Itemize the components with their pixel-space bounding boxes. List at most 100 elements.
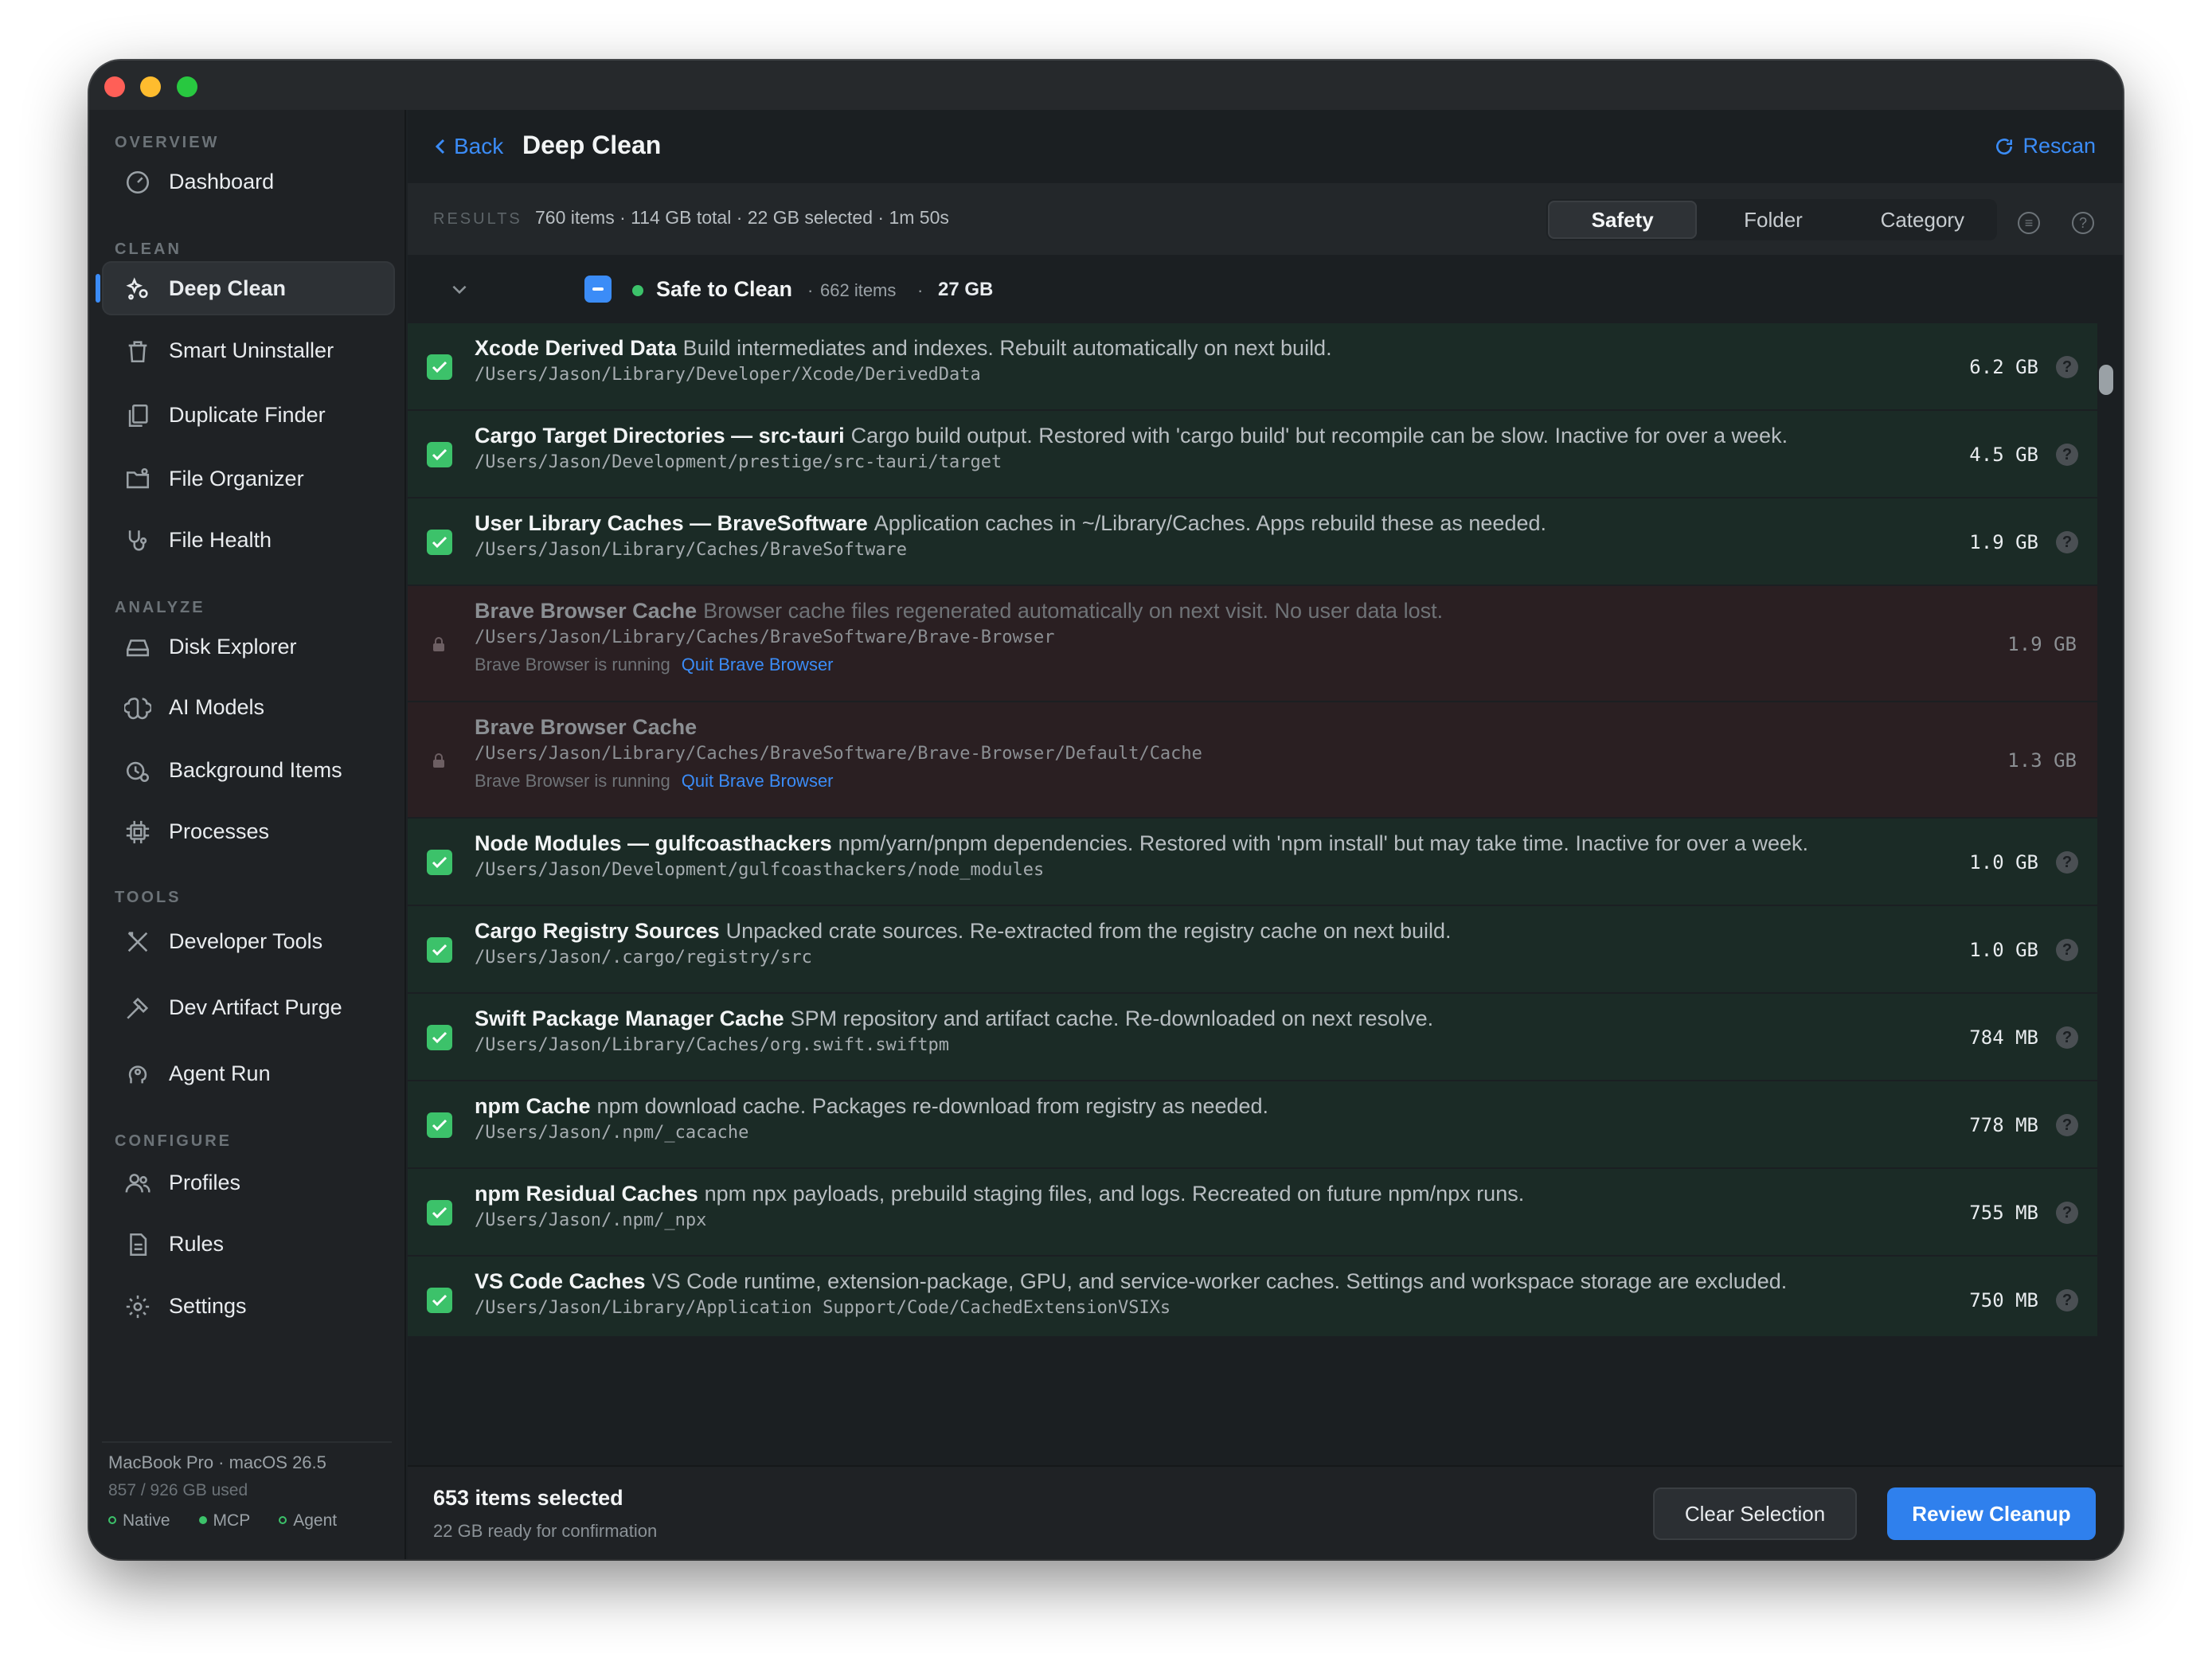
row-checkbox[interactable]: [427, 937, 452, 963]
item-description: Cargo build output. Restored with 'cargo…: [850, 424, 1788, 448]
item-size: 1.0 GB: [1969, 939, 2038, 961]
review-cleanup-button[interactable]: Review Cleanup: [1887, 1487, 2096, 1540]
sidebar-item-processes[interactable]: Processes: [102, 804, 395, 858]
status-mcp: MCP: [198, 1511, 250, 1530]
rescan-button[interactable]: Rescan: [1994, 134, 2096, 158]
trash-icon: [124, 338, 151, 365]
sidebar-item-duplicate-finder[interactable]: Duplicate Finder: [102, 388, 395, 442]
info-help-icon[interactable]: ?: [2056, 531, 2078, 553]
app-window: OVERVIEW Dashboard CLEAN Deep Clean Smar…: [89, 61, 2123, 1559]
row-checkbox[interactable]: [427, 442, 452, 467]
row-checkbox[interactable]: [427, 1288, 452, 1313]
item-description: npm npx payloads, prebuild staging files…: [704, 1182, 1525, 1206]
chevron-down-icon[interactable]: [449, 279, 470, 299]
sidebar-item-agent-run[interactable]: Agent Run: [102, 1046, 395, 1100]
sidebar-item-dev-artifact-purge[interactable]: Dev Artifact Purge: [102, 980, 395, 1034]
dashboard-gauge-icon: [124, 169, 151, 196]
row-title: VS Code Caches VS Code runtime, extension…: [475, 1269, 1787, 1294]
scrollbar-thumb[interactable]: [2099, 365, 2113, 395]
table-row[interactable]: Swift Package Manager Cache SPM repositor…: [408, 994, 2097, 1080]
sidebar-item-ai-models[interactable]: AI Models: [102, 680, 395, 734]
section-tools: TOOLS: [115, 889, 182, 906]
item-name: Xcode Derived Data: [475, 336, 677, 360]
filter-icon[interactable]: ≡: [2018, 212, 2040, 234]
connection-status: Native MCP Agent: [108, 1511, 337, 1530]
sidebar-item-smart-uninstaller[interactable]: Smart Uninstaller: [102, 323, 395, 377]
group-title: Safe to Clean: [656, 277, 793, 301]
row-checkbox[interactable]: [427, 530, 452, 555]
quit-app-link[interactable]: Quit Brave Browser: [682, 655, 834, 674]
sidebar-item-rules[interactable]: Rules: [102, 1217, 395, 1271]
tab-safety[interactable]: Safety: [1548, 201, 1698, 239]
table-row[interactable]: User Library Caches — BraveSoftware Appli…: [408, 498, 2097, 584]
item-path: /Users/Jason/Development/gulfcoasthacker…: [475, 860, 1045, 880]
info-help-icon[interactable]: ?: [2056, 444, 2078, 466]
sidebar-item-file-organizer[interactable]: File Organizer: [102, 452, 395, 506]
section-configure: CONFIGURE: [115, 1132, 232, 1150]
info-help-icon[interactable]: ?: [2056, 851, 2078, 874]
item-name: npm Residual Caches: [475, 1182, 698, 1206]
tab-category[interactable]: Category: [1848, 199, 1997, 240]
sidebar-item-developer-tools[interactable]: Developer Tools: [102, 914, 395, 968]
clear-selection-button[interactable]: Clear Selection: [1653, 1487, 1857, 1540]
item-description: npm download cache. Packages re-download…: [596, 1094, 1269, 1118]
sidebar-item-label: Developer Tools: [169, 928, 323, 953]
quit-app-link[interactable]: Quit Brave Browser: [682, 771, 834, 791]
sidebar-item-background-items[interactable]: Background Items: [102, 743, 395, 797]
checkmark-icon: [432, 1031, 447, 1044]
row-checkbox[interactable]: [427, 1025, 452, 1050]
sidebar-item-dashboard[interactable]: Dashboard: [102, 154, 395, 209]
checkmark-icon: [432, 1206, 447, 1219]
row-checkbox[interactable]: [427, 850, 452, 875]
table-row[interactable]: npm Cache npm download cache. Packages re…: [408, 1081, 2097, 1167]
stethoscope-icon: [124, 527, 151, 554]
info-help-icon[interactable]: ?: [2056, 356, 2078, 378]
row-checkbox[interactable]: [427, 1200, 452, 1226]
zoom-window-button[interactable]: [177, 76, 197, 97]
info-help-icon[interactable]: ?: [2056, 1289, 2078, 1312]
close-window-button[interactable]: [104, 76, 125, 97]
back-button[interactable]: Back: [433, 134, 503, 159]
sidebar-item-disk-explorer[interactable]: Disk Explorer: [102, 620, 395, 674]
info-help-icon[interactable]: ?: [2056, 1114, 2078, 1136]
sidebar-item-label: AI Models: [169, 694, 265, 719]
minimize-window-button[interactable]: [140, 76, 161, 97]
table-row[interactable]: Cargo Target Directories — src-tauri Carg…: [408, 411, 2097, 497]
row-title: npm Cache npm download cache. Packages re…: [475, 1094, 1268, 1119]
row-title: Node Modules — gulfcoasthackers npm/yarn/…: [475, 831, 1808, 856]
lock-icon: [432, 636, 446, 652]
table-row[interactable]: VS Code Caches VS Code runtime, extension…: [408, 1257, 2097, 1336]
sidebar-item-file-health[interactable]: File Health: [102, 513, 395, 567]
info-help-icon[interactable]: ?: [2056, 939, 2078, 961]
row-checkbox[interactable]: [427, 1112, 452, 1138]
row-checkbox[interactable]: [427, 354, 452, 380]
table-row[interactable]: Node Modules — gulfcoasthackers npm/yarn/…: [408, 819, 2097, 905]
group-header[interactable]: Safe to Clean · 662 items · 27 GB: [408, 255, 2099, 323]
item-name: npm Cache: [475, 1094, 591, 1118]
section-overview: OVERVIEW: [115, 134, 220, 151]
item-path: /Users/Jason/Library/Developer/Xcode/Der…: [475, 365, 981, 385]
table-row[interactable]: Brave Browser Cache/Users/Jason/Library/…: [408, 702, 2097, 817]
group-checkbox[interactable]: [584, 276, 612, 303]
sidebar-item-deep-clean[interactable]: Deep Clean: [96, 261, 395, 315]
sidebar-item-label: File Health: [169, 527, 272, 552]
tab-folder[interactable]: Folder: [1698, 199, 1847, 240]
group-separator: ·: [807, 280, 814, 300]
table-row[interactable]: npm Residual Caches npm npx payloads, pre…: [408, 1169, 2097, 1255]
info-help-icon[interactable]: ?: [2056, 1202, 2078, 1224]
sidebar-item-profiles[interactable]: Profiles: [102, 1155, 395, 1210]
table-row[interactable]: Brave Browser Cache Browser cache files r…: [408, 586, 2097, 701]
sidebar-divider: [102, 1441, 392, 1443]
item-size: 4.5 GB: [1969, 444, 2038, 466]
info-help-icon[interactable]: ?: [2056, 1026, 2078, 1049]
item-size: 778 MB: [1969, 1114, 2038, 1136]
running-note: Brave Browser is running Quit Brave Brows…: [475, 655, 834, 675]
table-row[interactable]: Xcode Derived Data Build intermediates an…: [408, 323, 2097, 409]
document-rules-icon: [124, 1231, 151, 1258]
item-path: /Users/Jason/Library/Caches/BraveSoftwar…: [475, 540, 908, 560]
help-icon[interactable]: ?: [2072, 212, 2094, 234]
row-title: Brave Browser Cache: [475, 715, 697, 740]
top-bar: Back Deep Clean Rescan: [408, 110, 2123, 183]
sidebar-item-settings[interactable]: Settings: [102, 1279, 395, 1333]
table-row[interactable]: Cargo Registry Sources Unpacked crate sou…: [408, 906, 2097, 992]
